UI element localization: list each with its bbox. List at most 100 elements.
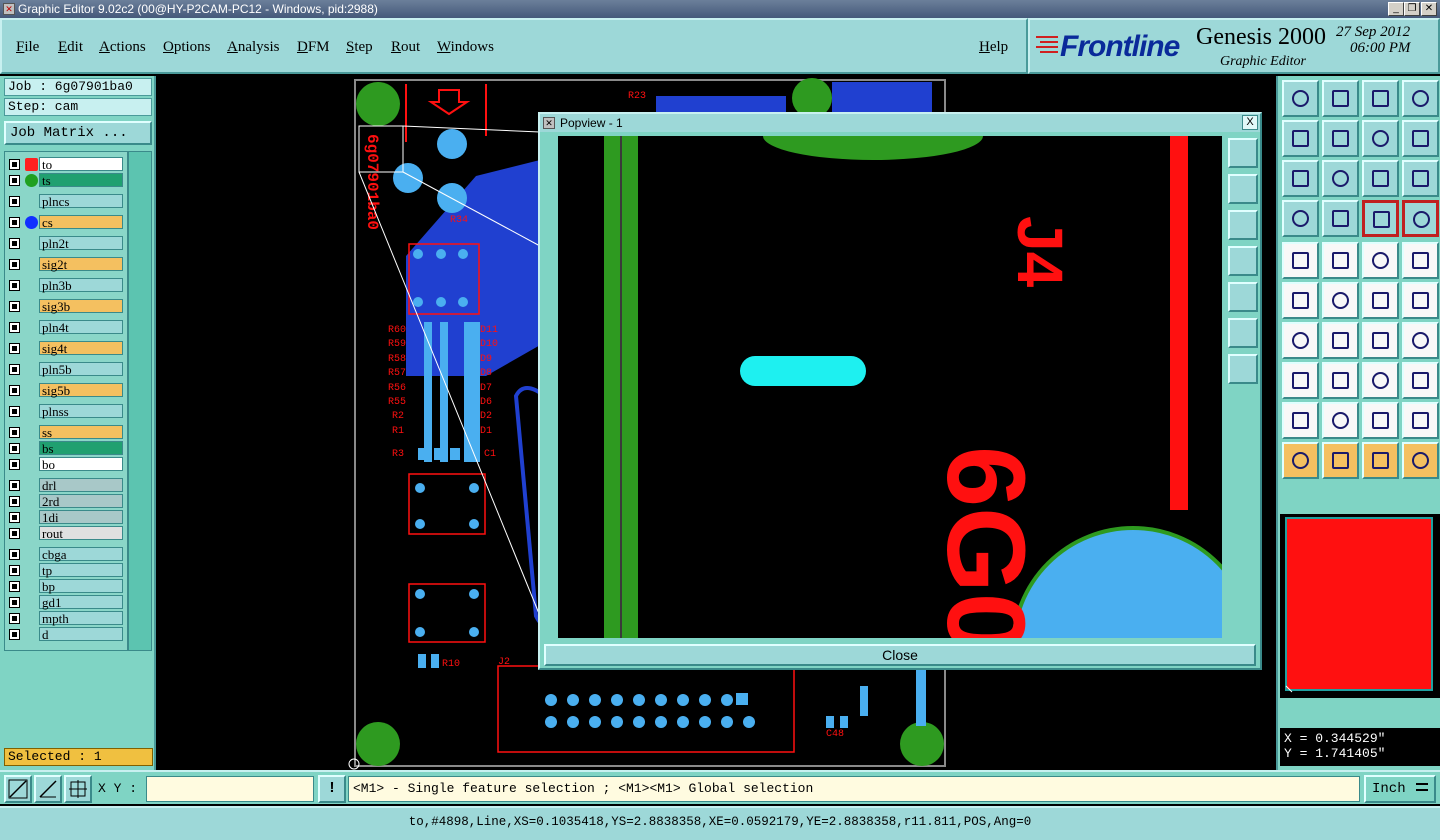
pointer-alt-button[interactable] — [1362, 442, 1399, 479]
home-button[interactable] — [1362, 80, 1399, 117]
surface-alt-button[interactable] — [1402, 402, 1439, 439]
pad-add-button[interactable] — [1282, 362, 1319, 399]
layer-colors-alt-button[interactable] — [1402, 200, 1439, 237]
layer-checkbox[interactable] — [9, 343, 20, 354]
layer-row-rout[interactable]: rout — [5, 525, 127, 541]
query-button[interactable] — [1402, 160, 1439, 197]
alert-button[interactable]: ! — [318, 775, 346, 803]
layer-row-plncs[interactable]: plncs — [5, 193, 127, 209]
pointer-button[interactable] — [1282, 442, 1319, 479]
layer-row-drl[interactable]: drl — [5, 477, 127, 493]
menu-actions[interactable]: Actions — [99, 39, 146, 56]
layer-checkbox[interactable] — [9, 259, 20, 270]
layer-row-ts[interactable]: ts — [5, 172, 127, 188]
popview-zoom-in-button[interactable] — [1228, 318, 1258, 348]
layer-row-plnss[interactable]: plnss — [5, 403, 127, 419]
layer-row-bs[interactable]: bs — [5, 440, 127, 456]
layer-checkbox[interactable] — [9, 480, 20, 491]
mirror-button[interactable] — [1402, 322, 1439, 359]
layer-checkbox[interactable] — [9, 364, 20, 375]
layer-checkbox[interactable] — [9, 322, 20, 333]
pan-left-button[interactable] — [1282, 120, 1319, 157]
snap-mode-button[interactable] — [4, 775, 32, 803]
cross-button[interactable] — [1322, 282, 1359, 319]
line-add-button[interactable] — [1322, 362, 1359, 399]
connect-button[interactable] — [1282, 282, 1319, 319]
net-alt-button[interactable] — [1322, 402, 1359, 439]
layer-checkbox[interactable] — [9, 581, 20, 592]
layer-row-sig2t[interactable]: sig2t — [5, 256, 127, 272]
layer-checkbox[interactable] — [9, 238, 20, 249]
layer-row-d[interactable]: d — [5, 626, 127, 642]
scale-1-2-button[interactable] — [1362, 160, 1399, 197]
maximize-button[interactable]: ❐ — [1404, 2, 1420, 16]
profile-button[interactable] — [1282, 200, 1319, 237]
layer-row-sig5b[interactable]: sig5b — [5, 382, 127, 398]
grid-button[interactable] — [1322, 200, 1359, 237]
layer-row-sig3b[interactable]: sig3b — [5, 298, 127, 314]
undo-zoom-button[interactable] — [1362, 120, 1399, 157]
layer-checkbox[interactable] — [9, 459, 20, 470]
net-button[interactable] — [1282, 402, 1319, 439]
polygon-button[interactable] — [1322, 242, 1359, 279]
layer-checkbox[interactable] — [9, 597, 20, 608]
layer-row-tp[interactable]: tp — [5, 562, 127, 578]
menu-windows[interactable]: Windows — [437, 39, 494, 56]
measure-ruler-button[interactable] — [1362, 242, 1399, 279]
close-window-button[interactable]: ✕ — [1421, 2, 1437, 16]
layer-colors-button[interactable] — [1362, 200, 1399, 237]
reshape-button[interactable] — [1362, 362, 1399, 399]
feature-select-button[interactable] — [1282, 242, 1319, 279]
menu-options[interactable]: Options — [163, 39, 211, 56]
layer-checkbox[interactable] — [9, 159, 20, 170]
layer-row-gd1[interactable]: gd1 — [5, 594, 127, 610]
snap-bottom-button[interactable] — [1322, 80, 1359, 117]
layer-checkbox[interactable] — [9, 196, 20, 207]
menu-edit[interactable]: Edit — [58, 39, 83, 56]
angle-button[interactable] — [1282, 322, 1319, 359]
arc-button[interactable] — [1362, 322, 1399, 359]
popview-close-button[interactable]: Close — [544, 644, 1256, 666]
xy-input[interactable] — [146, 776, 314, 802]
layer-checkbox[interactable] — [9, 217, 20, 228]
line-button[interactable] — [1322, 322, 1359, 359]
popview-canvas[interactable]: 6G0 J4 — [558, 136, 1222, 638]
pan-right-button[interactable] — [1322, 120, 1359, 157]
layer-checkbox[interactable] — [9, 427, 20, 438]
popview-zoom-out-button[interactable] — [1228, 354, 1258, 384]
copy-button[interactable] — [1402, 282, 1439, 319]
layer-row-pln2t[interactable]: pln2t — [5, 235, 127, 251]
layer-row-pln5b[interactable]: pln5b — [5, 361, 127, 377]
layer-row-sig4t[interactable]: sig4t — [5, 340, 127, 356]
minimize-button[interactable]: _ — [1388, 2, 1404, 16]
menu-rout[interactable]: Rout — [391, 39, 420, 56]
overview-preview[interactable] — [1280, 514, 1440, 698]
popview-pan-left-button[interactable] — [1228, 246, 1258, 276]
surface-button[interactable] — [1362, 402, 1399, 439]
menu-dfm[interactable]: DFM — [297, 39, 330, 56]
menu-analysis[interactable]: Analysis — [227, 39, 280, 56]
layer-row-1di[interactable]: 1di — [5, 509, 127, 525]
resize-button[interactable] — [1402, 362, 1439, 399]
layer-checkbox[interactable] — [9, 528, 20, 539]
layer-list-scrollbar[interactable] — [128, 151, 152, 651]
layer-checkbox[interactable] — [9, 280, 20, 291]
layer-checkbox[interactable] — [9, 565, 20, 576]
layer-checkbox[interactable] — [9, 629, 20, 640]
layer-checkbox[interactable] — [9, 512, 20, 523]
measure-mode-button[interactable] — [34, 775, 62, 803]
route-button[interactable] — [1402, 442, 1439, 479]
pointer-box-button[interactable] — [1322, 442, 1359, 479]
layer-row-pln4t[interactable]: pln4t — [5, 319, 127, 335]
layer-checkbox[interactable] — [9, 175, 20, 186]
layer-checkbox[interactable] — [9, 406, 20, 417]
layer-row-cs[interactable]: cs — [5, 214, 127, 230]
menu-help[interactable]: Help — [979, 39, 1008, 56]
split-view-button[interactable] — [1402, 80, 1439, 117]
popview-title-bar[interactable]: ✕ Popview - 1 — [540, 114, 1260, 132]
layer-row-bp[interactable]: bp — [5, 578, 127, 594]
job-matrix-button[interactable]: Job Matrix ... — [4, 121, 152, 145]
layer-row-ss[interactable]: ss — [5, 424, 127, 440]
popview-pan-up-button[interactable] — [1228, 174, 1258, 204]
layer-checkbox[interactable] — [9, 443, 20, 454]
